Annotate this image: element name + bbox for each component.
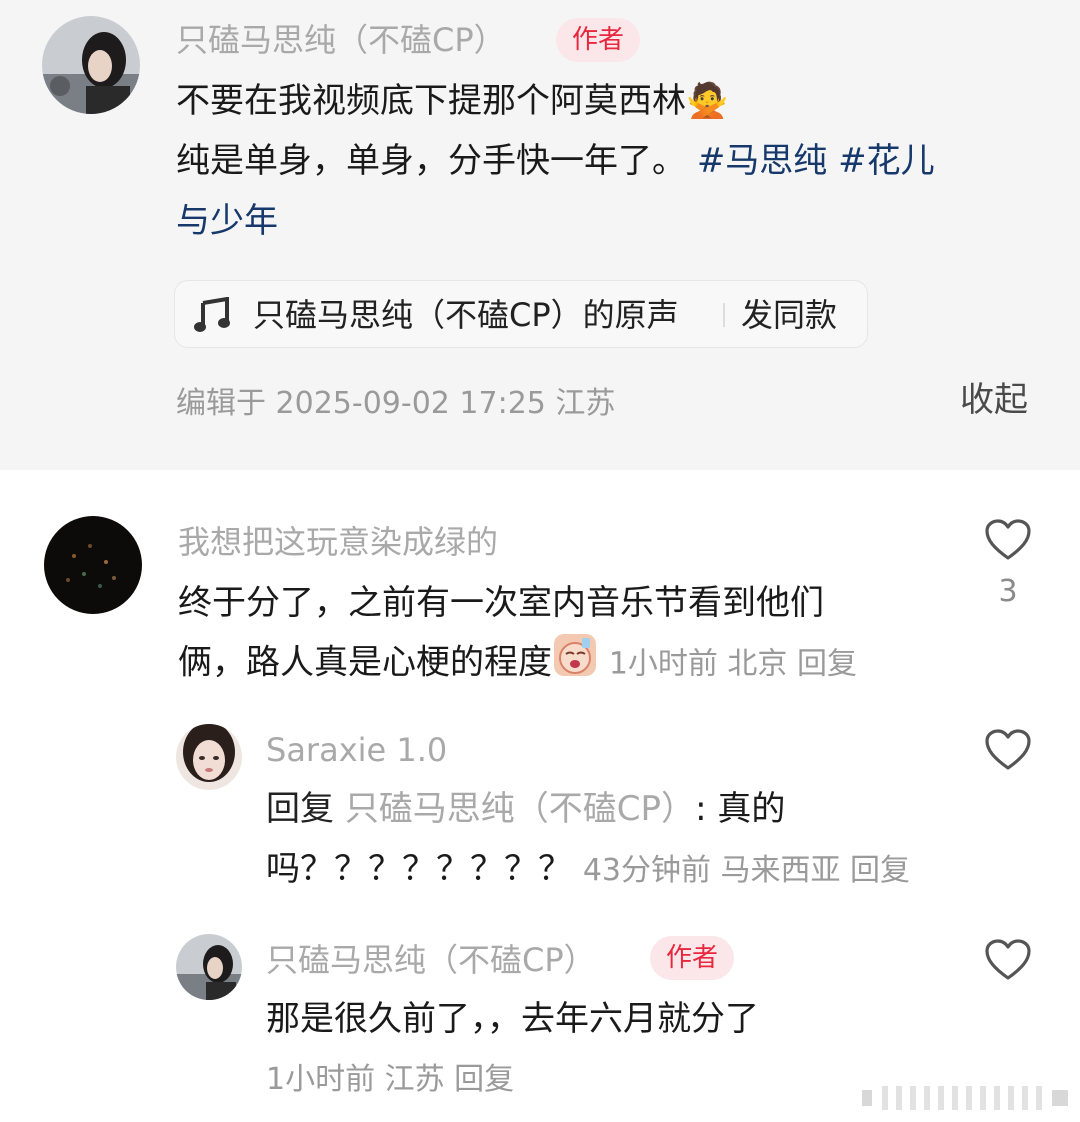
post-text-line2-content: 纯是单身，单身，分手快一年了。 [176, 141, 686, 181]
post-text-line1-content: 不要在我视频底下提那个阿莫西林 [176, 81, 686, 121]
reply-target-user[interactable]: 只磕马思纯（不磕CP） [345, 789, 695, 829]
reply-text-line2: 吗？？？？？？？？ 43分钟前 马来西亚 回复 [266, 840, 910, 900]
post-text-line2: 纯是单身，单身，分手快一年了。 #马思纯 #花儿 [176, 132, 935, 190]
reply-author-meta: 1小时前 江苏 回复 [266, 1062, 515, 1097]
reply-text-after: : 真的 [695, 789, 786, 829]
reply-author-like[interactable] [978, 938, 1038, 986]
heart-outline-icon[interactable] [984, 729, 1032, 776]
like-count: 3 [998, 574, 1018, 609]
reply-avatar[interactable] [176, 724, 242, 790]
reply-text-line1: 回复 只磕马思纯（不磕CP）: 真的 [266, 780, 785, 838]
author-avatar[interactable] [42, 16, 140, 114]
author-badge: 作者 [556, 18, 641, 62]
reply-prefix: 回复 [266, 789, 334, 829]
heart-outline-icon[interactable] [984, 519, 1032, 566]
edited-meta: 编辑于 2025-09-02 17:25 江苏 [176, 386, 616, 421]
reply-like[interactable] [978, 728, 1038, 776]
comment-username[interactable]: 我想把这玩意染成绿的 [178, 522, 498, 562]
reply-author-avatar[interactable] [176, 934, 242, 1000]
original-sound-chip[interactable]: 只磕马思纯（不磕CP）的原声 发同款 [174, 280, 868, 348]
use-same-sound-button[interactable]: 发同款 [741, 293, 837, 337]
watermark-bars [862, 1084, 1072, 1112]
chip-divider [723, 303, 725, 327]
music-note-icon [193, 296, 233, 337]
reply-author-username[interactable]: 只磕马思纯（不磕CP） [266, 940, 596, 980]
reply-author-badge: 作者 [650, 936, 735, 980]
crying-face-sticker-icon [552, 632, 598, 696]
reply-author-text: 那是很久前了，，去年六月就分了 [266, 999, 759, 1039]
gesture-no-emoji-icon: 🙅 [686, 81, 729, 121]
collapse-button[interactable]: 收起 [960, 380, 1028, 420]
comment-like[interactable]: 3 [978, 518, 1038, 612]
hashtag-huaer-part2[interactable]: 与少年 [176, 192, 278, 250]
comment-meta: 1小时前 北京 回复 [608, 646, 857, 682]
reply-text-line2-content: 吗？？？？？？？？ [266, 849, 572, 889]
comment-text-line1: 终于分了，之前有一次室内音乐节看到他们 [178, 583, 824, 623]
reply-meta: 43分钟前 马来西亚 回复 [582, 853, 911, 888]
original-sound-label: 只磕马思纯（不磕CP）的原声 [253, 296, 679, 334]
hashtag-huaer-part1[interactable]: #花儿 [838, 141, 935, 181]
comment-text-line2: 俩，路人真是心梗的程度 1小时前 北京 回复 [178, 632, 857, 696]
commenter-avatar[interactable] [44, 516, 142, 614]
author-name[interactable]: 只磕马思纯（不磕CP） [176, 20, 506, 60]
post-text-line1: 不要在我视频底下提那个阿莫西林🙅 [176, 72, 728, 130]
heart-outline-icon[interactable] [984, 939, 1032, 986]
hashtag-masichun[interactable]: #马思纯 [697, 141, 828, 181]
comment-text-line2-content: 俩，路人真是心梗的程度 [178, 642, 552, 683]
reply-username[interactable]: Saraxie 1.0 [266, 730, 447, 770]
original-post: 只磕马思纯（不磕CP） 作者 不要在我视频底下提那个阿莫西林🙅 纯是单身，单身，… [0, 0, 1080, 470]
